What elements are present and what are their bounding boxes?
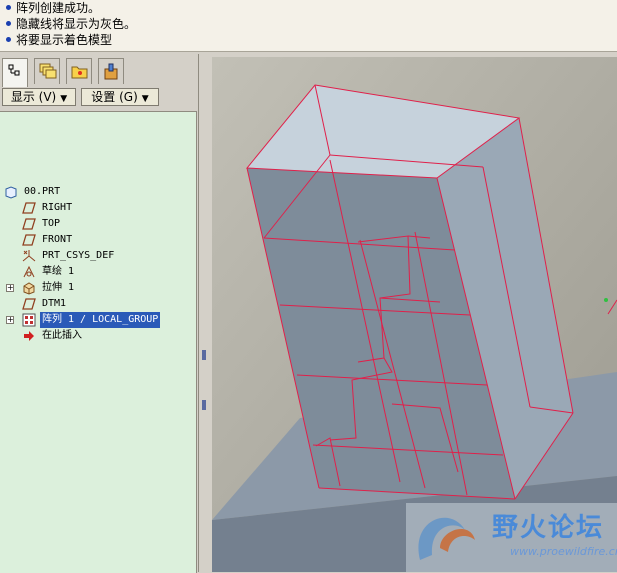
watermark-url: www.proewildfire.cn [510,545,617,558]
favorites-icon [104,63,118,80]
tree-item-label: TOP [42,218,61,229]
collapse-arrow-icon[interactable] [202,350,206,360]
expand-arrow-icon[interactable] [202,400,206,410]
tree-item-label: 拉伸 1 [42,282,75,293]
model-tree: 00.PRT RIGHT TOP FRONT PRT_CSYS_DEF 草绘 1… [0,111,197,573]
model-tree-icon [8,64,20,76]
message-line: 阵列创建成功。 [6,0,100,17]
message-text: 阵列创建成功。 [16,1,101,15]
chevron-down-icon: ▼ [60,94,68,104]
folder-browser-icon [71,66,88,79]
datum-plane-icon [22,234,36,246]
bullet-icon [6,5,11,10]
panel-splitter[interactable] [198,54,213,572]
tab-favorites[interactable] [98,58,124,84]
expand-toggle[interactable]: + [6,316,14,324]
message-line: 隐藏线将显示为灰色。 [6,16,136,33]
navigator-panel: 显示 (V)▼ 设置 (G)▼ 00.PRT RIGHT TOP FRONT [0,54,198,573]
settings-dropdown-button[interactable]: 设置 (G) ▼ [81,88,159,106]
part-icon [5,186,17,199]
message-text: 隐藏线将显示为灰色。 [16,17,137,31]
extrude-icon [23,282,35,295]
chevron-down-icon: ▼ [141,94,149,104]
expand-toggle[interactable]: + [6,284,14,292]
tree-item-label: 草绘 1 [42,266,75,277]
csys-icon [22,250,36,262]
message-area: 阵列创建成功。 隐藏线将显示为灰色。 将要显示着色模型 [0,0,617,52]
bullet-icon [6,37,11,42]
datum-plane-icon [22,218,36,230]
tab-folder-browser[interactable] [66,58,92,84]
graphics-viewport[interactable]: 野火论坛 www.proewildfire.cn [212,57,617,572]
tree-item-label: 在此插入 [42,330,82,341]
layers-icon [39,63,57,79]
tree-item-label: DTM1 [42,298,67,309]
tree-item-label: 00.PRT [24,186,61,197]
datum-plane-icon [22,298,36,310]
axis-indicator-icon [604,298,608,302]
settings-button-label: 设置 (G) [91,90,138,104]
datum-plane-icon [22,202,36,214]
tab-layers[interactable] [34,58,60,84]
message-text: 将要显示着色模型 [16,33,113,47]
show-button-label: 显示 (V) [10,90,57,104]
pattern-icon [22,313,36,327]
insert-here-arrow-icon [24,331,34,341]
message-line: 将要显示着色模型 [6,32,112,49]
watermark-text: 野火论坛 [492,513,605,543]
model-view [212,57,617,572]
tab-model-tree[interactable] [2,58,28,87]
tree-item-label: 阵列 1 / LOCAL_GROUP [40,312,161,328]
tree-item-label: FRONT [42,234,73,245]
tree-item-label: RIGHT [42,202,73,213]
show-dropdown-button[interactable]: 显示 (V) ▼ [2,88,76,106]
sketch-icon [23,265,35,278]
tree-item-label: PRT_CSYS_DEF [42,250,115,261]
bullet-icon [6,21,11,26]
